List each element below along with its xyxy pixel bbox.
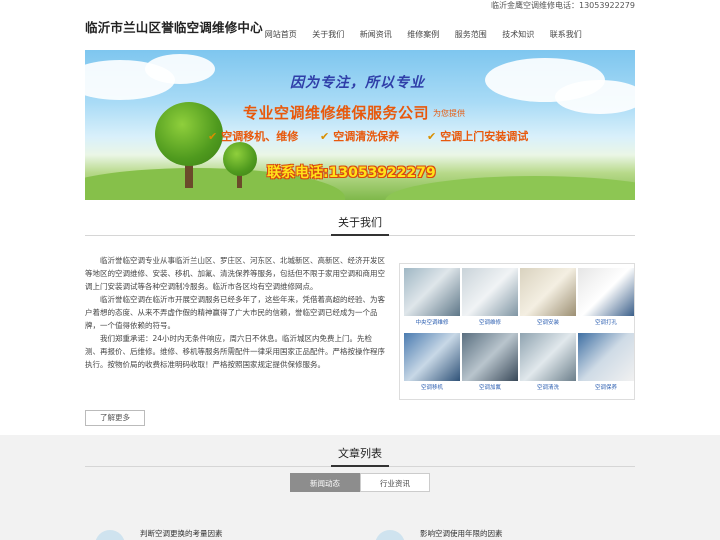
check-icon: ✔ (320, 130, 330, 143)
site-title[interactable]: 临沂市兰山区誉临空调维修中心 (85, 17, 263, 36)
service-photo-grid: 中央空调维修 空调维修 空调安装 空调打孔 空调移机 空调加氟 空调清洗 空调保… (399, 263, 635, 400)
about-paragraph: 临沂誉临空调专业从事临沂兰山区、罗庄区、河东区、北城新区、高新区、经济开发区等地… (85, 256, 385, 291)
top-contact: 临沂金鹰空调维修电话：13053922279 (491, 1, 635, 10)
photo-image (462, 332, 518, 381)
articles-title: 文章列表 (331, 445, 389, 467)
tab-industry[interactable]: 行业资讯 (360, 473, 430, 492)
photo-image (404, 268, 460, 316)
article-link[interactable]: 影响空调使用年限的因素 (420, 528, 503, 539)
photo-image (404, 332, 460, 381)
nav-home[interactable]: 网站首页 (257, 29, 305, 41)
banner-slogan: 因为专注，所以专业 (290, 75, 425, 91)
photo-item[interactable]: 空调移机 (404, 332, 460, 396)
nav-cases[interactable]: 维修案例 (400, 29, 448, 41)
check-icon: ✔ (208, 130, 218, 143)
photo-item[interactable]: 空调安装 (520, 268, 576, 331)
main-nav: 网站首页 关于我们 新闻资讯 维修案例 服务范围 技术知识 联系我们 (257, 29, 590, 41)
photo-image (578, 332, 634, 381)
nav-news[interactable]: 新闻资讯 (352, 29, 400, 41)
check-icon: ✔ (427, 130, 437, 143)
photo-item[interactable]: 空调维修 (462, 268, 518, 331)
tab-news[interactable]: 新闻动态 (290, 473, 360, 492)
hero-banner: 因为专注，所以专业 专业空调维修维保服务公司 为您提供 ✔ 空调移机、维修 ✔ 空调… (85, 50, 635, 200)
banner-headline: 专业空调维修维保服务公司 (243, 104, 430, 122)
photo-item[interactable]: 空调保养 (578, 332, 634, 396)
nav-about[interactable]: 关于我们 (305, 29, 353, 41)
article-tabs: 新闻动态 行业资讯 (290, 473, 430, 492)
about-paragraph: 临沂誉临空调在临沂市开展空调服务已经多年了，这些年来，凭借着高超的经验、为客户着… (85, 295, 385, 330)
banner-service-1: ✔ 空调移机、维修 (208, 130, 299, 143)
cloud-decoration (555, 80, 635, 114)
photo-image (578, 268, 634, 316)
about-title: 关于我们 (331, 214, 389, 236)
learn-more-button[interactable]: 了解更多 (85, 410, 145, 426)
photo-image (520, 268, 576, 316)
photo-item[interactable]: 中央空调维修 (404, 268, 460, 331)
articles-section-header: 文章列表 (85, 445, 635, 467)
nav-tech[interactable]: 技术知识 (495, 29, 543, 41)
cloud-decoration (145, 54, 215, 84)
banner-headline-sub: 为您提供 (433, 109, 465, 118)
about-paragraph: 我们郑重承诺：24小时内无条件响应，周六日不休息。临沂城区内免费上门。先检测、再… (85, 334, 385, 369)
header: 临沂市兰山区誉临空调维修中心 网站首页 关于我们 新闻资讯 维修案例 服务范围 … (85, 12, 635, 48)
photo-image (462, 268, 518, 316)
nav-contact[interactable]: 联系我们 (542, 29, 590, 41)
nav-services[interactable]: 服务范围 (447, 29, 495, 41)
photo-item[interactable]: 空调清洗 (520, 332, 576, 396)
photo-image (520, 332, 576, 381)
photo-item[interactable]: 空调加氟 (462, 332, 518, 396)
banner-service-3: ✔ 空调上门安装调试 (427, 130, 529, 143)
about-text: 临沂誉临空调专业从事临沂兰山区、罗庄区、河东区、北城新区、高新区、经济开发区等地… (85, 254, 385, 371)
article-link[interactable]: 判断空调更换的考量因素 (140, 528, 223, 539)
photo-item[interactable]: 空调打孔 (578, 268, 634, 331)
about-section-header: 关于我们 (85, 214, 635, 236)
banner-service-2: ✔ 空调清洗保养 (320, 130, 400, 143)
banner-phone: 联系电话:13053922279 (267, 165, 436, 181)
tree-icon (223, 142, 257, 176)
